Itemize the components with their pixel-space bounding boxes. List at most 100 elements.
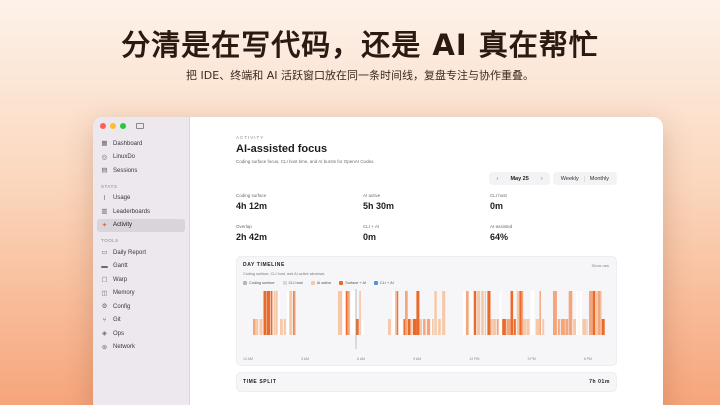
timeline-segment: [345, 291, 348, 335]
stats-section-label: STATS: [101, 183, 118, 189]
tools-section-label: TOOLS: [101, 238, 119, 243]
sidebar-item-gantt[interactable]: ▬ Gantt: [97, 260, 185, 273]
timeline-segment: [542, 319, 545, 335]
sidebar: ▦ Dashboard ◎ LinuxDo ▤ Sessions STATS ⌇ Usage…: [93, 117, 190, 405]
sidebar-nav-stats: ⌇ Usage ▥ Leaderboards ✦ Activity: [97, 192, 185, 232]
date-navigator: ‹ May 25 ›: [489, 172, 550, 185]
sidebar-item-git[interactable]: ⑂ Git: [97, 314, 185, 327]
sidebar-item-label: Dashboard: [113, 140, 143, 147]
sessions-icon: ▤: [101, 167, 108, 174]
previous-day-button[interactable]: ‹: [492, 176, 502, 182]
timeline-segment: [539, 291, 541, 335]
ops-icon: ◈: [102, 330, 107, 337]
timeline-segment: [595, 291, 598, 335]
timeline-segment: [283, 319, 286, 335]
stat-value: 5h 30m: [363, 201, 395, 211]
timeline-segment: [499, 291, 502, 335]
timeline-segment: [342, 291, 346, 335]
timeline-segment: [267, 291, 271, 335]
maximize-window-button[interactable]: [120, 123, 126, 129]
legend-label: Coding surface: [249, 281, 275, 285]
legend-label: CLI + AI: [380, 281, 394, 285]
timeline-segment: [576, 291, 579, 335]
day-timeline-card: DAY TIMELINE Show raw Coding surface, CL…: [236, 256, 617, 366]
stat-value: 64%: [490, 232, 509, 242]
sidebar-item-label: Config: [113, 303, 131, 310]
sidebar-item-label: Activity: [113, 222, 133, 228]
timeline-segment: [506, 319, 511, 335]
legend-item: Surface + AI: [339, 281, 366, 285]
time-split-total: 7h 01m: [589, 379, 610, 385]
timeline-segment: [430, 319, 432, 335]
sidebar-item-leaderboards[interactable]: ▥ Leaderboards: [97, 205, 185, 218]
monthly-button[interactable]: Monthly: [583, 175, 614, 182]
legend-label: Surface + AI: [345, 281, 367, 285]
timeline-segment: [466, 291, 469, 335]
stat-value: 4h 12m: [236, 201, 268, 211]
main-content: ACTIVITY AI-assisted focus Coding surfac…: [190, 117, 663, 405]
sidebar-toggle-icon[interactable]: [136, 123, 144, 129]
sidebar-item-sessions[interactable]: ▤ Sessions: [97, 164, 185, 177]
sidebar-item-memory[interactable]: ◫ Memory: [97, 287, 185, 300]
stat-label: AI-assisted: [490, 224, 513, 229]
sidebar-item-network[interactable]: ⊛ Network: [97, 341, 185, 354]
legend-swatch: [282, 281, 287, 285]
timeline-legend: Coding surface CLI host AI active Surface +…: [243, 281, 610, 285]
config-icon: ⚙: [101, 303, 108, 310]
timeline-segment: [484, 291, 486, 335]
axis-tick-label: 12 AM: [243, 357, 253, 361]
timeline-segment: [395, 291, 397, 335]
sidebar-item-usage[interactable]: ⌇ Usage: [97, 192, 185, 205]
stat-value: 2h 42m: [236, 232, 268, 242]
sidebar-item-activity[interactable]: ✦ Activity: [97, 218, 185, 232]
timeline-segment: [359, 291, 361, 335]
day-timeline-chart[interactable]: [243, 289, 609, 353]
show-raw-button[interactable]: Show raw: [591, 263, 609, 268]
current-date[interactable]: May 25: [502, 176, 536, 182]
weekly-button[interactable]: Weekly: [556, 176, 584, 182]
timeline-segment: [270, 291, 273, 335]
legend-item: Coding surface: [243, 281, 275, 285]
sidebar-item-ops[interactable]: ◈ Ops: [97, 327, 185, 340]
timeline-segment: [516, 291, 520, 335]
timeline-segment: [473, 291, 477, 335]
daily-report-icon: ▭: [101, 249, 108, 256]
timeline-segment: [347, 291, 350, 335]
timeline-segment: [361, 319, 364, 335]
timeline-segment: [481, 291, 484, 335]
sidebar-item-warp[interactable]: ▢ Warp: [97, 273, 185, 286]
sidebar-nav-tools: ▭ Daily Report ▬ Gantt ▢ Warp ◫ Memory ⚙ Config ⑂ G…: [97, 246, 185, 354]
timeline-segment: [601, 319, 605, 335]
next-day-button[interactable]: ›: [537, 176, 547, 182]
stat-label: CLI host: [490, 193, 507, 198]
stat-value: 0m: [363, 232, 377, 242]
sidebar-item-daily-report[interactable]: ▭ Daily Report: [97, 246, 185, 259]
legend-swatch: [374, 281, 379, 285]
leaderboards-icon: ▥: [101, 208, 108, 215]
stat-label: Coding surface: [236, 193, 267, 198]
date-toolbar: ‹ May 25 › Weekly Monthly: [489, 172, 617, 185]
timeline-segment: [530, 291, 535, 335]
range-selector: Weekly Monthly: [552, 172, 617, 185]
page-description: Coding surface focus, CLI host time, and…: [236, 159, 375, 164]
hero-title: 分清是在写代码，还是 AI 真在帮忙: [121, 28, 599, 62]
memory-icon: ◫: [101, 289, 108, 297]
sidebar-item-dashboard[interactable]: ▦ Dashboard: [97, 137, 185, 150]
legend-item: CLI host: [282, 281, 303, 285]
timeline-segment: [497, 319, 499, 335]
sidebar-item-config[interactable]: ⚙ Config: [97, 300, 185, 313]
activity-icon: ✦: [101, 221, 108, 229]
close-window-button[interactable]: [100, 123, 106, 129]
git-icon: ⑂: [102, 316, 107, 324]
legend-item: AI active: [310, 281, 331, 285]
sidebar-item-label: Gantt: [113, 263, 128, 269]
stat-ai-assisted: AI-assisted 64%: [490, 224, 617, 242]
sidebar-item-label: Daily Report: [113, 249, 147, 256]
page-title: AI-assisted focus: [236, 143, 328, 155]
linuxdo-icon: ◎: [101, 153, 108, 161]
sidebar-item-linuxdo[interactable]: ◎ LinuxDo: [97, 151, 185, 164]
timeline-segment: [535, 319, 540, 335]
minimize-window-button[interactable]: [110, 123, 116, 129]
timeline-segment: [273, 291, 276, 335]
timeline-segment: [477, 291, 481, 335]
